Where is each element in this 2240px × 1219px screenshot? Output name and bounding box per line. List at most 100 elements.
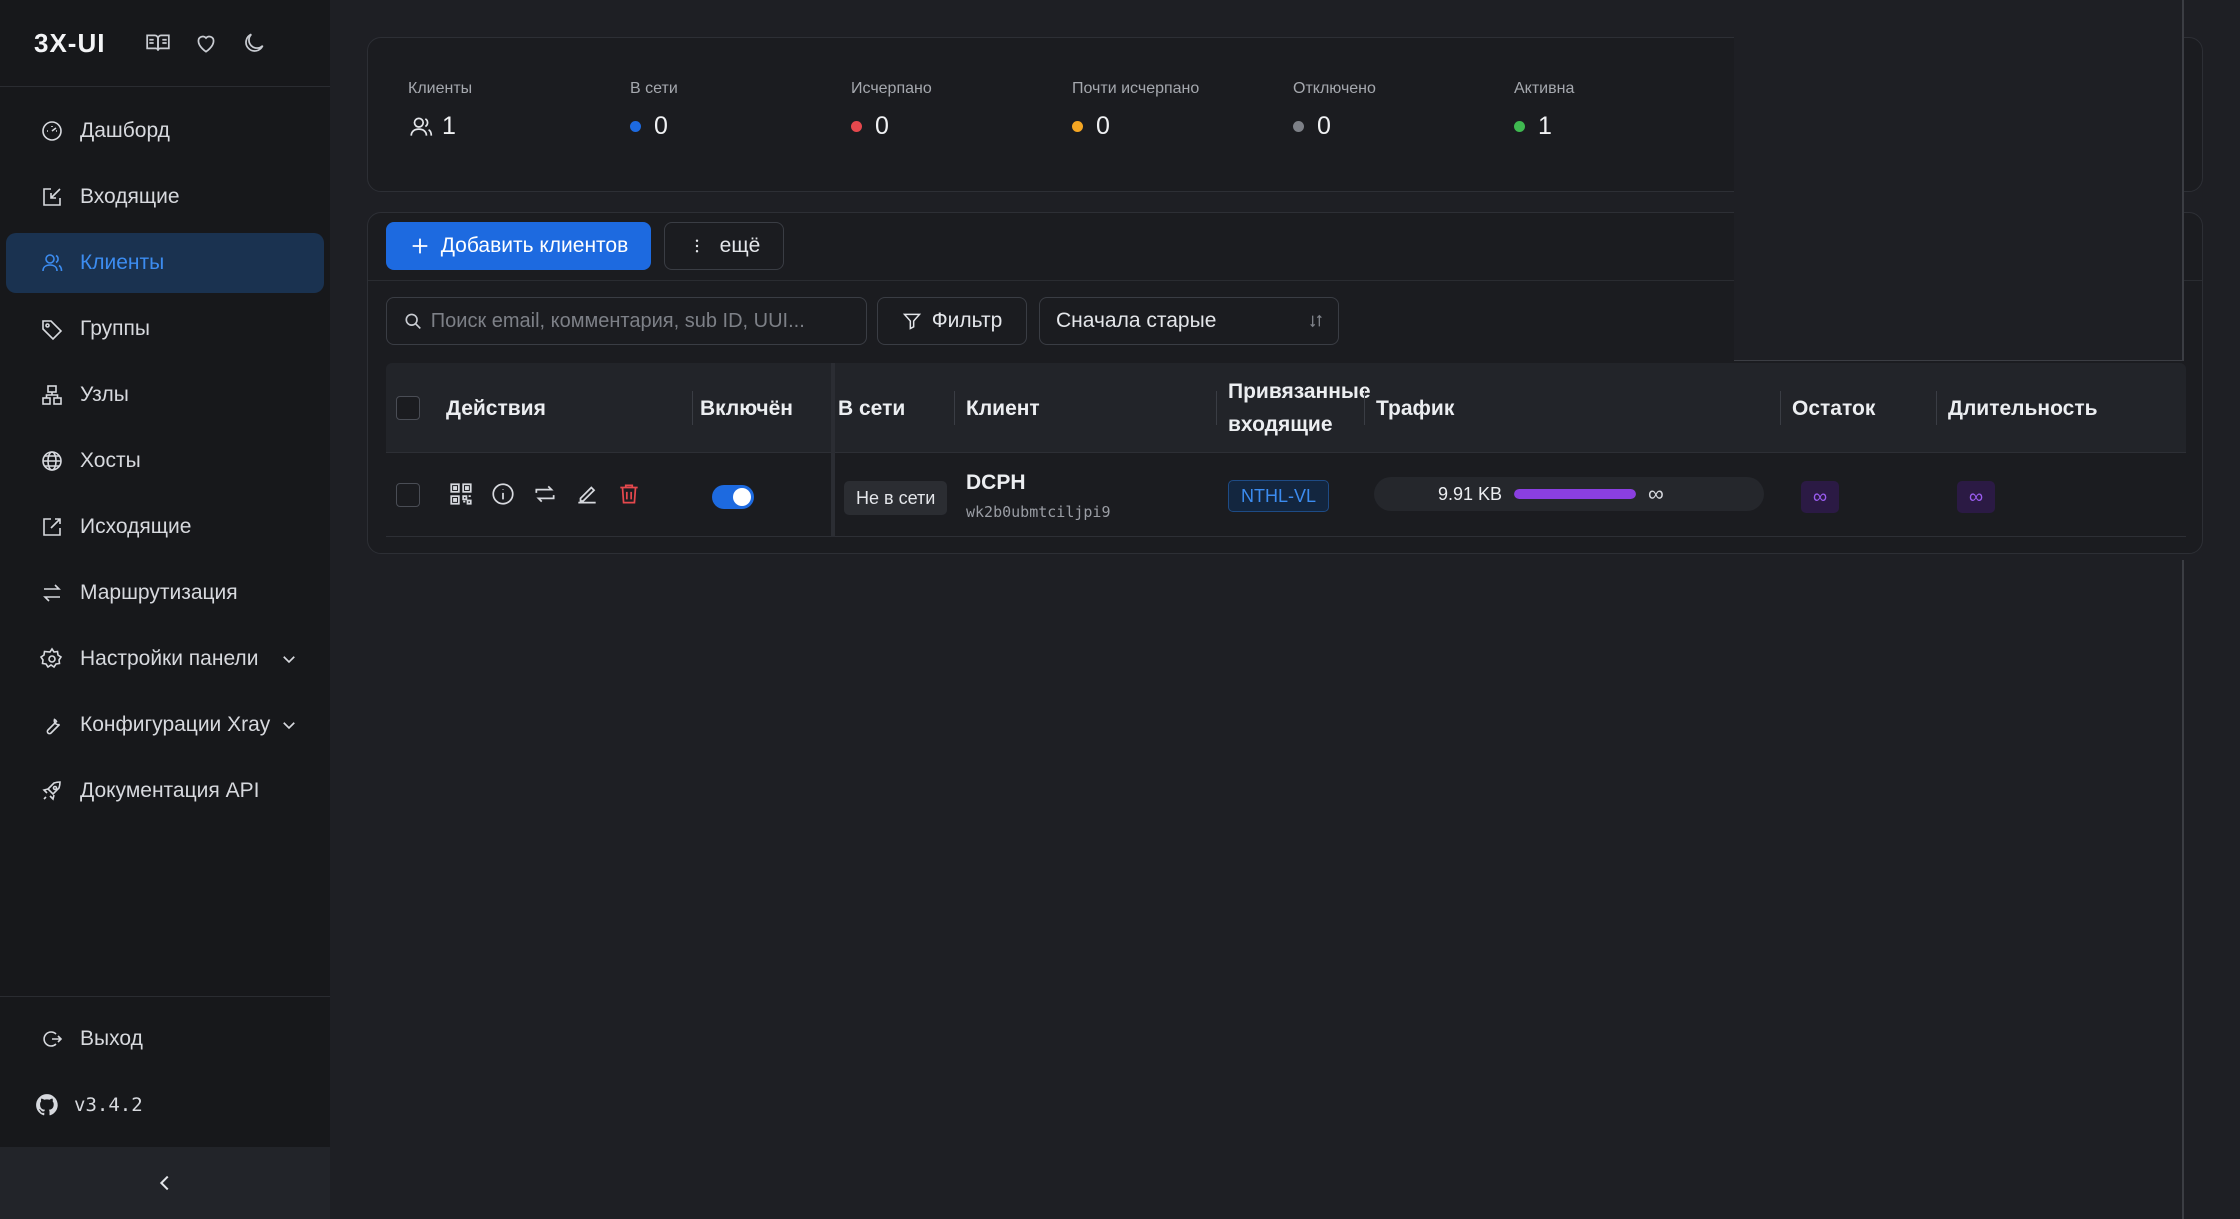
moon-icon[interactable] xyxy=(241,30,267,56)
stat-label: Отключено xyxy=(1293,80,1376,97)
sort-value: Сначала старые xyxy=(1056,309,1217,332)
enabled-toggle[interactable] xyxy=(712,485,754,509)
column-divider xyxy=(1780,391,1781,425)
sidebar-item-label: Маршрутизация xyxy=(80,581,238,604)
stat-almost-depleted: Почти исчерпано 0 xyxy=(1072,80,1199,141)
chevron-down-icon[interactable] xyxy=(280,716,298,734)
column-actions[interactable]: Действия xyxy=(446,363,546,453)
sort-select[interactable]: Сначала старые xyxy=(1039,297,1339,345)
search-input[interactable] xyxy=(430,309,866,333)
inbound-tag: NTHL-VL xyxy=(1228,480,1330,512)
info-icon[interactable] xyxy=(490,481,516,507)
sidebar-collapse-button[interactable] xyxy=(0,1147,330,1219)
status-dot xyxy=(630,121,641,132)
sidebar-item-label: Исходящие xyxy=(80,515,192,538)
search-icon xyxy=(405,313,421,330)
row-checkbox[interactable] xyxy=(396,483,420,507)
more-vertical-icon xyxy=(695,239,698,253)
status-dot xyxy=(1072,121,1083,132)
column-online[interactable]: В сети xyxy=(838,363,905,453)
status-badge: Не в сети xyxy=(844,481,948,515)
sidebar-item-panel-settings[interactable]: Настройки панели xyxy=(6,629,324,689)
sidebar-item-inbounds[interactable]: Входящие xyxy=(6,167,324,227)
sidebar-item-api-docs[interactable]: Документация API xyxy=(6,761,324,821)
book-icon[interactable] xyxy=(145,30,171,56)
logout-label: Выход xyxy=(80,1027,143,1050)
column-traffic[interactable]: Трафик xyxy=(1376,363,1454,453)
more-button[interactable]: ещё xyxy=(664,222,784,270)
column-enabled[interactable]: Включён xyxy=(700,363,793,453)
sticky-column-shadow xyxy=(831,363,835,537)
column-inbounds[interactable]: Привязанные входящие xyxy=(1228,363,1371,453)
stat-value: 1 xyxy=(442,112,456,140)
sidebar-item-label: Узлы xyxy=(80,383,129,406)
chevron-down-icon[interactable] xyxy=(280,650,298,668)
traffic-cell: 9.91 KB ∞ xyxy=(1374,477,1764,511)
stat-value: 0 xyxy=(1317,112,1331,140)
globe-icon xyxy=(42,451,62,471)
logout-button[interactable]: Выход xyxy=(6,1009,324,1069)
qr-code-icon[interactable] xyxy=(448,481,474,507)
sidebar-item-label: Хосты xyxy=(80,449,141,472)
version-label: v3.4.2 xyxy=(74,1094,143,1116)
more-label: ещё xyxy=(719,234,761,257)
traffic-progress xyxy=(1514,489,1637,499)
stat-depleted: Исчерпано 0 xyxy=(851,80,932,141)
sidebar-item-groups[interactable]: Группы xyxy=(6,299,324,359)
sidebar-item-label: Группы xyxy=(80,317,150,340)
status-dot xyxy=(851,121,862,132)
nodes-icon xyxy=(42,385,62,405)
traffic-value: 9.91 KB xyxy=(1438,483,1503,504)
column-inbounds-line2: входящие xyxy=(1228,413,1333,436)
heart-icon[interactable] xyxy=(193,30,219,56)
logout-icon xyxy=(43,1031,63,1047)
sidebar: 3X-UI Дашборд Входящие Клиенты Группы Уз… xyxy=(0,0,330,1219)
stat-label: Клиенты xyxy=(408,80,473,97)
sidebar-item-hosts[interactable]: Хосты xyxy=(6,431,324,491)
remaining-badge: ∞ xyxy=(1801,481,1839,513)
select-all-checkbox[interactable] xyxy=(396,396,420,420)
sidebar-item-outbounds[interactable]: Исходящие xyxy=(6,497,324,557)
stat-value: 0 xyxy=(875,112,889,140)
table-header: Действия Включён В сети Клиент Привязанн… xyxy=(386,363,2186,453)
delete-icon[interactable] xyxy=(616,481,642,507)
overlay-edge xyxy=(2182,560,2184,1219)
overlay-panel xyxy=(1734,0,2184,361)
users-icon xyxy=(410,116,433,136)
stat-disabled: Отключено 0 xyxy=(1293,80,1376,141)
sidebar-item-label: Настройки панели xyxy=(80,647,259,670)
table-row: Не в сети DCPH wk2b0ubmtciljpi9 NTHL-VL … xyxy=(386,453,2186,537)
column-client[interactable]: Клиент xyxy=(966,363,1040,453)
column-inbounds-line1: Привязанные xyxy=(1228,380,1371,403)
sort-icon xyxy=(1310,314,1322,328)
sidebar-item-label: Дашборд xyxy=(80,119,170,142)
sidebar-item-routing[interactable]: Маршрутизация xyxy=(6,563,324,623)
sidebar-item-dashboard[interactable]: Дашборд xyxy=(6,101,324,161)
sidebar-item-clients[interactable]: Клиенты xyxy=(6,233,324,293)
stat-online: В сети 0 xyxy=(630,80,678,141)
filter-icon xyxy=(902,313,921,330)
chevron-left-icon xyxy=(159,1175,169,1191)
stat-value: 1 xyxy=(1538,112,1552,140)
gear-icon xyxy=(40,647,63,669)
column-duration[interactable]: Длительность xyxy=(1948,363,2098,453)
edit-icon[interactable] xyxy=(574,481,600,507)
users-icon xyxy=(42,254,63,272)
column-divider xyxy=(1216,391,1217,425)
stat-active: Активна 1 xyxy=(1514,80,1574,141)
add-clients-button[interactable]: Добавить клиентов xyxy=(386,222,651,270)
plus-icon xyxy=(412,238,428,254)
brand-row: 3X-UI xyxy=(0,0,330,87)
column-remaining[interactable]: Остаток xyxy=(1792,363,1875,453)
filter-button[interactable]: Фильтр xyxy=(877,297,1027,345)
sidebar-item-nodes[interactable]: Узлы xyxy=(6,365,324,425)
sidebar-item-label: Входящие xyxy=(80,185,180,208)
tag-icon xyxy=(42,320,63,341)
sidebar-bottom: Выход v3.4.2 xyxy=(0,996,330,1135)
sidebar-item-label: Клиенты xyxy=(80,251,165,274)
duration-badge: ∞ xyxy=(1957,481,1995,513)
status-dot xyxy=(1514,121,1525,132)
reset-traffic-icon[interactable] xyxy=(532,481,558,507)
sidebar-item-xray-config[interactable]: Конфигурации Xray xyxy=(6,695,324,755)
github-version-link[interactable]: v3.4.2 xyxy=(0,1075,330,1135)
